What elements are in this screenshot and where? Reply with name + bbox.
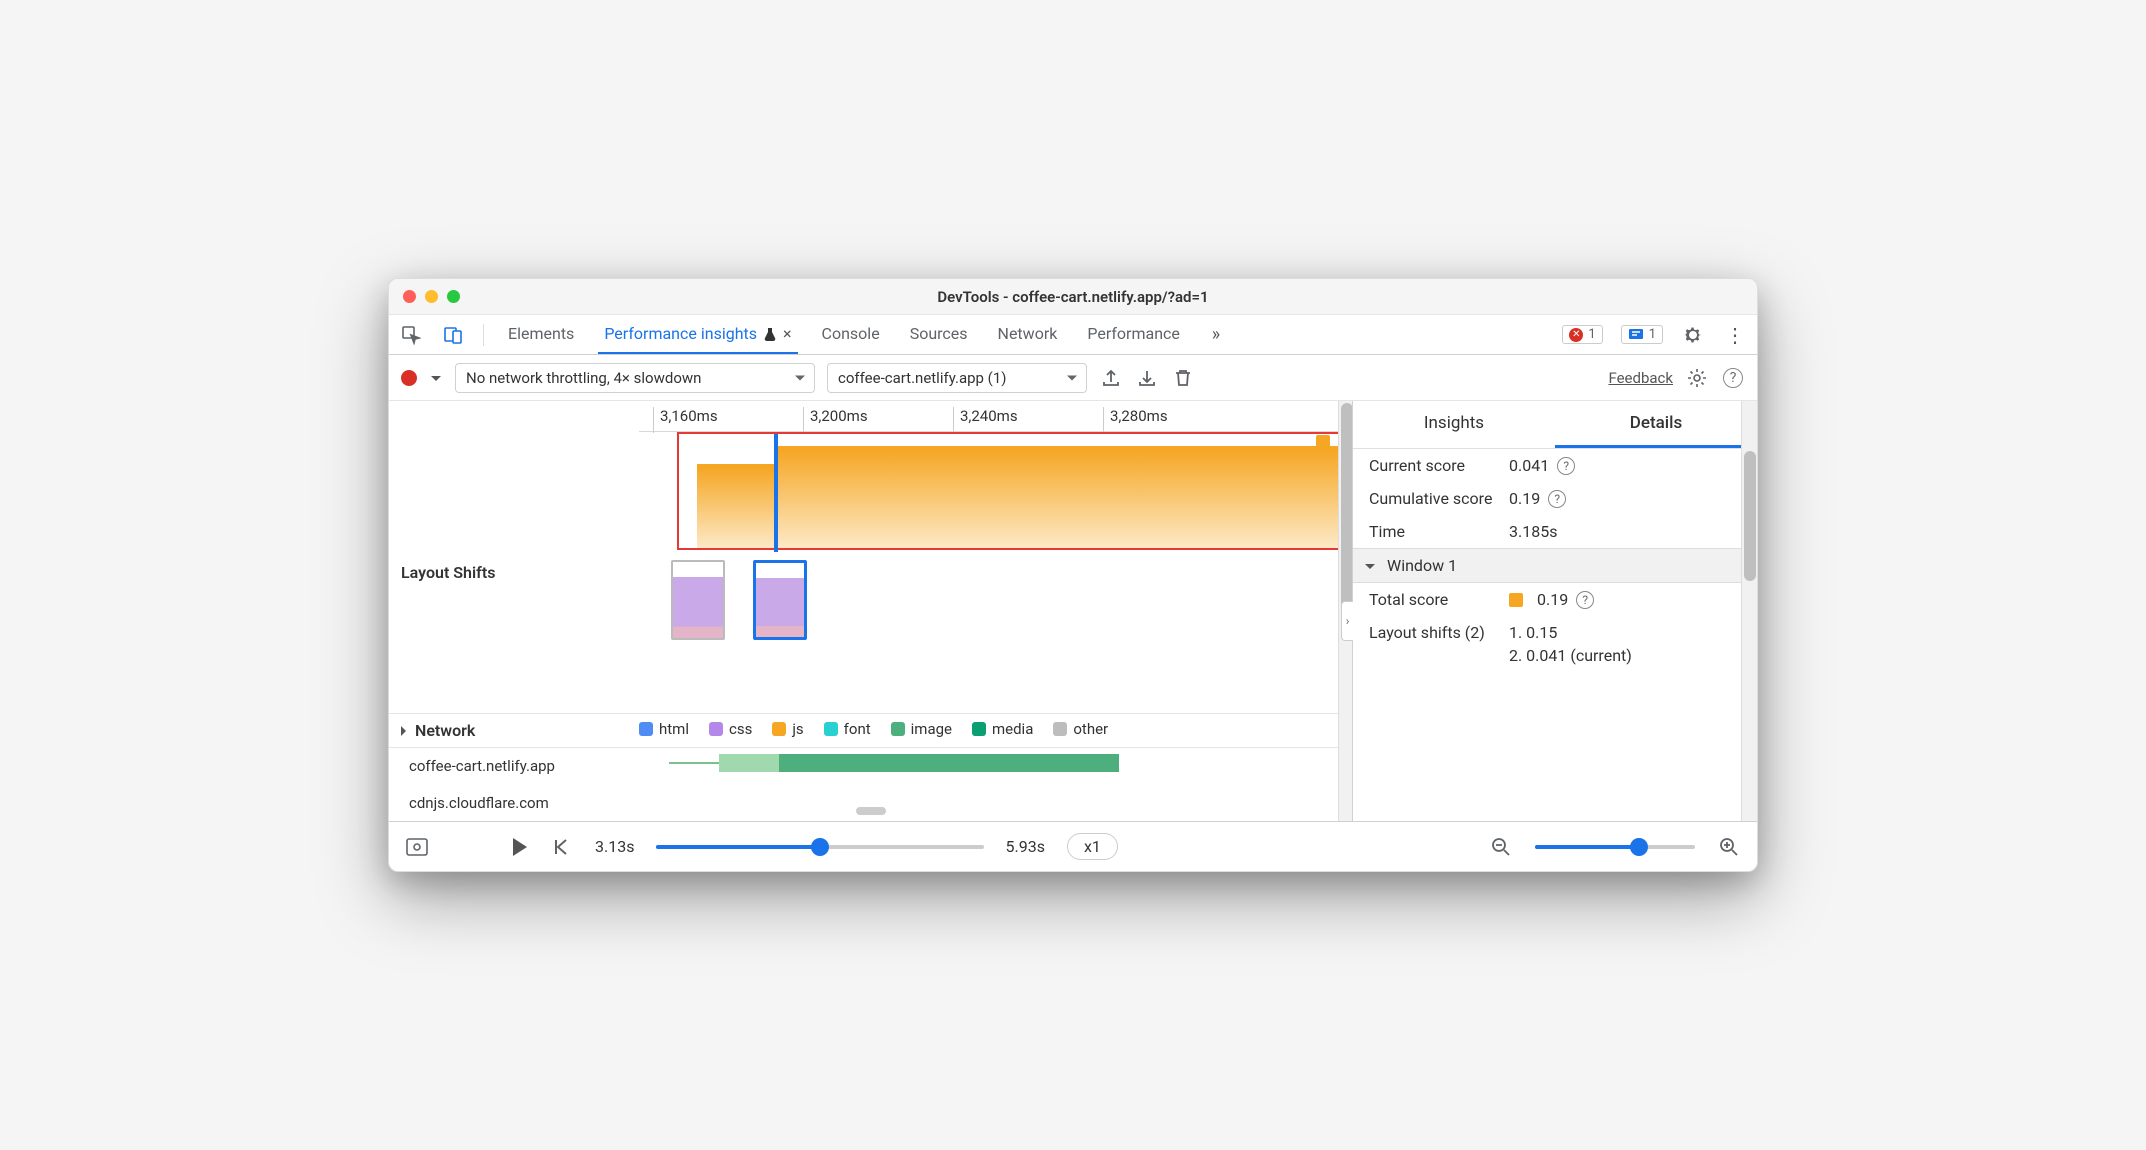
record-button[interactable] [401,370,417,386]
expand-triangle-icon[interactable] [401,726,411,736]
flask-icon [763,327,777,341]
network-legend: html css js font image media other [639,714,1352,744]
layout-shifts-row: Layout Shifts [389,432,1352,715]
score-swatch-icon [1509,593,1523,607]
legend-swatch-js [772,722,786,736]
playhead-line [774,434,778,552]
insights-toolbar: No network throttling, 4× slowdown coffe… [389,355,1757,401]
settings-gear-icon[interactable] [1681,323,1705,347]
minimize-window-button[interactable] [425,290,438,303]
zoom-out-icon[interactable] [1489,835,1513,859]
time-end: 5.93s [1006,837,1045,856]
maximize-window-button[interactable] [447,290,460,303]
zoom-in-icon[interactable] [1717,835,1741,859]
profile-select[interactable]: coffee-cart.netlify.app (1) [827,363,1087,393]
toggle-visibility-icon[interactable] [405,835,429,859]
details-panel: › Insights Details Current score0.041? C… [1352,401,1757,821]
filmstrip-frame-selected[interactable] [753,560,807,640]
speed-pill[interactable]: x1 [1067,833,1118,860]
throttling-select[interactable]: No network throttling, 4× slowdown [455,363,815,393]
row-label-network: Network [415,721,475,740]
inspect-element-icon[interactable] [399,323,423,347]
horizontal-scrollbar-thumb[interactable] [856,807,886,815]
time-slider[interactable] [656,845,983,849]
panel-settings-gear-icon[interactable] [1685,366,1709,390]
help-icon[interactable]: ? [1557,457,1575,475]
delete-icon[interactable] [1171,366,1195,390]
titlebar: DevTools - coffee-cart.netlify.app/?ad=1 [389,279,1757,315]
info-icon [1628,328,1644,342]
filmstrip-frame[interactable] [671,560,725,640]
error-dot-icon: ✕ [1569,328,1583,342]
help-icon[interactable]: ? [1548,490,1566,508]
legend-swatch-font [824,722,838,736]
shift-bar-1[interactable] [697,464,777,548]
shift-bar-2[interactable] [777,446,1346,548]
legend-swatch-other [1053,722,1067,736]
main-area: 3,160ms 3,200ms 3,240ms 3,280ms Layout S… [389,401,1757,821]
window-title: DevTools - coffee-cart.netlify.app/?ad=1 [937,288,1208,306]
legend-swatch-media [972,722,986,736]
details-tabs: Insights Details [1353,401,1757,449]
panel-tabbar: Elements Performance insights × Console … [389,315,1757,355]
network-host: cdnjs.cloudflare.com [389,785,639,821]
errors-badge[interactable]: ✕ 1 [1562,325,1602,344]
panel-expand-handle[interactable]: › [1341,601,1353,641]
export-icon[interactable] [1099,366,1123,390]
layout-shift-entry[interactable]: 1. 0.15 [1509,623,1557,642]
playback-footer: 3.13s 5.93s x1 [389,821,1757,871]
network-host-row: coffee-cart.netlify.app [389,748,1352,784]
window-controls [403,290,460,303]
legend-swatch-html [639,722,653,736]
network-host-row: cdnjs.cloudflare.com [389,785,1352,821]
tab-performance[interactable]: Performance [1081,315,1186,354]
row-label-layout-shifts: Layout Shifts [389,432,639,714]
device-toolbar-icon[interactable] [441,323,465,347]
details-scrollbar[interactable] [1741,401,1757,821]
help-icon[interactable]: ? [1576,591,1594,609]
import-icon[interactable] [1135,366,1159,390]
play-button[interactable] [513,838,527,856]
layout-shifts-track[interactable] [639,432,1352,726]
legend-swatch-css [709,722,723,736]
tab-performance-insights[interactable]: Performance insights × [598,315,797,354]
cls-session-box [677,432,1348,550]
zoom-slider[interactable] [1535,845,1695,849]
help-icon[interactable]: ? [1721,366,1745,390]
record-dropdown-icon[interactable] [429,366,443,390]
tab-network[interactable]: Network [992,315,1064,354]
network-row: Network html css js font image media oth… [389,714,1352,748]
request-bar[interactable] [669,754,1119,772]
more-tabs-chevrons-icon[interactable]: » [1204,323,1228,347]
devtools-window: DevTools - coffee-cart.netlify.app/?ad=1… [388,278,1758,872]
tab-insights[interactable]: Insights [1353,401,1555,448]
kebab-menu-icon[interactable]: ⋮ [1723,323,1747,347]
legend-swatch-image [891,722,905,736]
layout-shift-entry[interactable]: 2. 0.041 (current) [1509,646,1632,665]
chevron-down-icon [1365,564,1375,574]
close-tab-icon[interactable]: × [783,324,792,343]
tab-elements[interactable]: Elements [502,315,580,354]
tab-console[interactable]: Console [816,315,886,354]
feedback-link[interactable]: Feedback [1608,369,1673,387]
timeline-area: 3,160ms 3,200ms 3,240ms 3,280ms Layout S… [389,401,1352,821]
close-window-button[interactable] [403,290,416,303]
time-ruler[interactable]: 3,160ms 3,200ms 3,240ms 3,280ms [639,401,1352,432]
tab-details[interactable]: Details [1555,401,1757,448]
window-section-header[interactable]: Window 1 [1353,548,1757,583]
issues-badge[interactable]: 1 [1621,325,1663,344]
time-start: 3.13s [595,837,634,856]
tab-sources[interactable]: Sources [904,315,974,354]
network-host: coffee-cart.netlify.app [389,748,639,784]
filmstrip [671,560,807,640]
skip-back-icon[interactable] [549,835,573,859]
